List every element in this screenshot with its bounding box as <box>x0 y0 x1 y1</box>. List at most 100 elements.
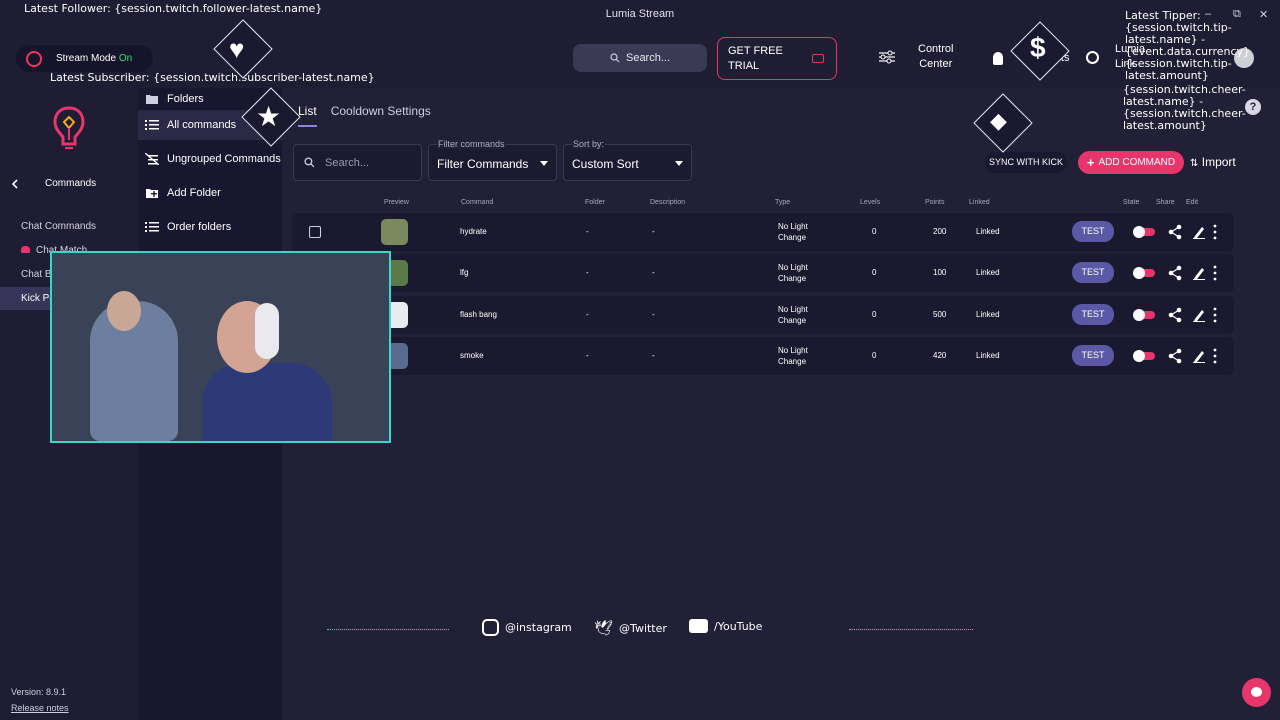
more-options-icon[interactable] <box>1212 265 1218 281</box>
command-points: 500 <box>933 310 947 319</box>
state-toggle[interactable] <box>1133 350 1155 362</box>
command-type: No Light Change <box>778 346 808 366</box>
latest-follower-text: Latest Follower: {session.twitch.followe… <box>24 2 323 15</box>
command-name: smoke <box>460 351 484 360</box>
filter-commands-select[interactable]: Filter commands Filter Commands <box>428 139 557 181</box>
link-icon <box>1086 50 1099 64</box>
column-header-linked: Linked <box>969 199 990 206</box>
command-preview-image <box>381 219 408 245</box>
instagram-handle: @instagram <box>482 619 572 636</box>
plus-icon: + <box>1086 155 1095 170</box>
folder-ungrouped-commands[interactable]: Ungrouped Commands <box>138 144 282 174</box>
table-row[interactable]: flash bang - - No Light Change 0 500 Link… <box>292 296 1234 334</box>
global-search-button[interactable]: Search... <box>573 44 707 72</box>
twitter-handle: 🕊 @Twitter <box>594 619 667 637</box>
command-type: No Light Change <box>778 305 808 325</box>
more-options-icon[interactable] <box>1212 224 1218 240</box>
folder-open-icon <box>146 95 158 104</box>
add-folder-label: Add Folder <box>167 187 221 199</box>
control-center-label-2: Center <box>919 58 953 70</box>
command-linked: Linked <box>976 351 1000 360</box>
youtube-handle: /YouTube <box>689 619 762 633</box>
release-notes-link[interactable]: Release notes <box>11 703 69 713</box>
twitter-icon: 🕊 <box>594 619 614 637</box>
sidebar-header: Commands <box>45 178 97 189</box>
latest-cheer-text: {session.twitch.cheer- latest.name} - {s… <box>1123 83 1246 132</box>
free-trial-button[interactable]: GET FREE TRIAL <box>717 37 837 80</box>
sync-with-kick-button[interactable]: SYNC WITH KICK <box>985 152 1067 173</box>
command-search-placeholder: Search... <box>325 156 370 169</box>
command-points: 420 <box>933 351 947 360</box>
share-icon[interactable] <box>1168 265 1182 281</box>
command-description: - <box>652 310 655 319</box>
state-toggle[interactable] <box>1133 309 1155 321</box>
command-description: - <box>652 268 655 277</box>
test-button[interactable]: TEST <box>1072 221 1114 242</box>
add-folder-button[interactable]: Add Folder <box>138 178 282 208</box>
command-levels: 0 <box>872 227 877 236</box>
share-icon[interactable] <box>1168 224 1182 240</box>
test-button[interactable]: TEST <box>1072 262 1114 283</box>
share-icon[interactable] <box>1168 307 1182 323</box>
dropdown-arrow-icon <box>675 161 683 166</box>
command-folder: - <box>586 227 589 236</box>
command-search-input[interactable]: Search... <box>293 144 422 181</box>
command-folder: - <box>586 268 589 277</box>
table-row[interactable]: lfg - - No Light Change 0 100 Linked TEST <box>292 254 1234 292</box>
order-folders-button[interactable]: Order folders <box>138 212 282 242</box>
command-points: 200 <box>933 227 947 236</box>
column-header-preview: Preview <box>384 199 409 206</box>
column-header-share: Share <box>1156 199 1175 206</box>
webcam-person-right <box>202 363 332 441</box>
add-command-label: ADD COMMAND <box>1098 157 1176 168</box>
import-icon: ⇅ <box>1190 158 1199 169</box>
import-label: Import <box>1201 155 1236 169</box>
search-label: Search... <box>625 52 671 64</box>
column-header-state: State <box>1123 199 1140 206</box>
commands-tabs: List Cooldown Settings <box>298 104 431 127</box>
list-off-icon <box>145 153 159 165</box>
dollar-icon: $ <box>1030 32 1046 63</box>
command-type: No Light Change <box>778 222 808 242</box>
sort-list-icon <box>145 222 159 232</box>
tab-list[interactable]: List <box>298 104 317 127</box>
table-row[interactable]: smoke - - No Light Change 0 420 Linked TE… <box>292 337 1234 375</box>
test-button[interactable]: TEST <box>1072 345 1114 366</box>
add-command-button[interactable]: + ADD COMMAND <box>1078 151 1184 174</box>
state-toggle[interactable] <box>1133 226 1155 238</box>
test-button[interactable]: TEST <box>1072 304 1114 325</box>
column-header-command: Command <box>461 199 494 206</box>
command-levels: 0 <box>872 268 877 277</box>
sort-by-select[interactable]: Sort by: Custom Sort <box>563 139 692 181</box>
command-levels: 0 <box>872 310 877 319</box>
stream-mode-toggle[interactable]: Stream Mode On <box>16 45 153 72</box>
edit-icon[interactable] <box>1193 225 1205 239</box>
control-center-button[interactable]: Control Center <box>878 42 953 72</box>
import-button[interactable]: ⇅ Import <box>1190 155 1236 169</box>
state-toggle[interactable] <box>1133 267 1155 279</box>
column-header-type: Type <box>775 199 791 206</box>
close-button[interactable]: ✕ <box>1259 8 1268 21</box>
sidebar-item-chat-commands[interactable]: Chat Commands <box>0 215 138 238</box>
more-options-icon[interactable] <box>1212 307 1218 323</box>
table-row[interactable]: hydrate - - No Light Change 0 200 Linked … <box>292 213 1234 251</box>
keyboard-icon <box>812 54 824 63</box>
help-icon[interactable]: ? <box>1245 99 1261 115</box>
version-text: Version: 8.9.1 <box>11 687 67 697</box>
edit-icon[interactable] <box>1193 349 1205 363</box>
column-header-points: Points <box>925 199 945 206</box>
command-folder: - <box>586 351 589 360</box>
command-name: lfg <box>460 268 469 277</box>
edit-icon[interactable] <box>1193 308 1205 322</box>
command-type: No Light Change <box>778 263 808 283</box>
command-name: hydrate <box>460 227 487 236</box>
column-header-levels: Levels <box>860 199 881 206</box>
column-header-folder: Folder <box>585 199 605 206</box>
youtube-icon <box>689 619 708 633</box>
share-icon[interactable] <box>1168 348 1182 364</box>
edit-icon[interactable] <box>1193 266 1205 280</box>
chat-icon[interactable] <box>1242 678 1271 707</box>
tab-cooldown-settings[interactable]: Cooldown Settings <box>331 104 431 127</box>
more-options-icon[interactable] <box>1212 348 1218 364</box>
row-checkbox[interactable] <box>309 226 321 238</box>
